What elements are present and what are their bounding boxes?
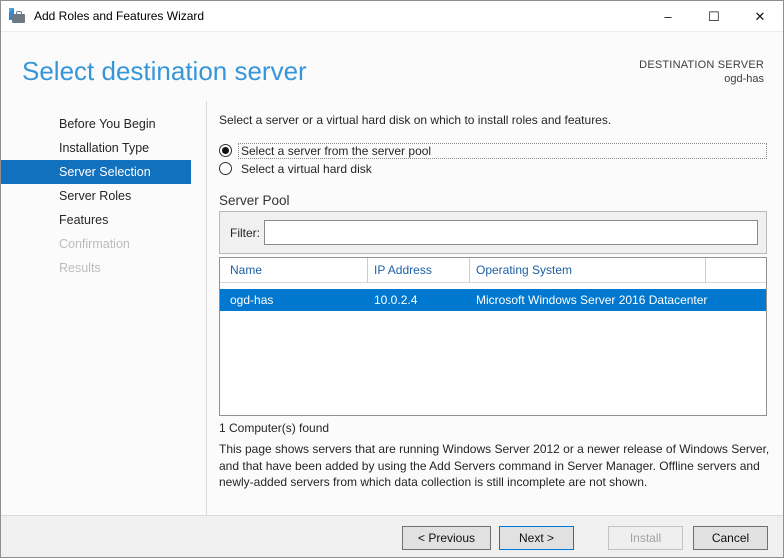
window-title: Add Roles and Features Wizard xyxy=(34,9,205,23)
wizard-steps-sidebar: Before You Begin Installation Type Serve… xyxy=(1,112,206,280)
computers-found-count: 1 Computer(s) found xyxy=(219,421,330,435)
column-header-name[interactable]: Name xyxy=(230,263,262,277)
previous-button[interactable]: < Previous xyxy=(402,526,491,550)
sidebar-separator xyxy=(206,101,207,517)
radio-select-vhd[interactable]: Select a virtual hard disk xyxy=(219,160,375,177)
radio-button-icon[interactable] xyxy=(219,162,232,175)
destination-server-value: ogd-has xyxy=(724,73,764,85)
filter-label: Filter: xyxy=(230,226,260,240)
minimize-icon[interactable]: – xyxy=(645,1,691,32)
page-description: This page shows servers that are running… xyxy=(219,442,770,489)
cancel-button[interactable]: Cancel xyxy=(693,526,768,550)
footer-bar: < Previous Next > Install Cancel xyxy=(1,515,783,557)
close-icon[interactable]: ✕ xyxy=(737,1,783,32)
server-name-cell: ogd-has xyxy=(230,293,274,307)
destination-server-label: DESTINATION SERVER xyxy=(639,59,764,71)
filter-panel: Filter: xyxy=(219,211,767,254)
sidebar-item-server-roles[interactable]: Server Roles xyxy=(1,184,206,208)
sidebar-item-before-you-begin[interactable]: Before You Begin xyxy=(1,112,206,136)
server-pool-title: Server Pool xyxy=(219,193,290,208)
sidebar-item-confirmation: Confirmation xyxy=(59,237,130,251)
server-os-cell: Microsoft Windows Server 2016 Datacenter xyxy=(476,293,708,307)
server-pool-table: Name IP Address Operating System ogd-has… xyxy=(219,257,767,416)
destination-server-block: DESTINATION SERVER ogd-has xyxy=(639,59,764,85)
sidebar-item-features[interactable]: Features xyxy=(1,208,206,232)
column-separator xyxy=(705,258,706,283)
wizard-window: Add Roles and Features Wizard – ☐ ✕ Sele… xyxy=(0,0,784,558)
window-controls: – ☐ ✕ xyxy=(645,1,783,32)
column-separator xyxy=(469,258,470,283)
table-header-row: Name IP Address Operating System xyxy=(220,258,766,283)
column-header-os[interactable]: Operating System xyxy=(476,263,572,277)
radio-label: Select a server from the server pool xyxy=(241,143,432,158)
filter-input[interactable] xyxy=(264,220,758,245)
maximize-icon[interactable]: ☐ xyxy=(691,1,737,32)
column-header-ip[interactable]: IP Address xyxy=(374,263,432,277)
toolbox-icon xyxy=(9,8,26,24)
next-button[interactable]: Next > xyxy=(499,526,574,550)
sidebar-item-results: Results xyxy=(59,261,101,275)
intro-text: Select a server or a virtual hard disk o… xyxy=(219,113,612,127)
install-button: Install xyxy=(608,526,683,550)
radio-button-icon[interactable] xyxy=(219,144,232,157)
title-bar: Add Roles and Features Wizard – ☐ ✕ xyxy=(1,1,783,32)
sidebar-item-server-selection[interactable]: Server Selection xyxy=(1,160,191,184)
radio-label: Select a virtual hard disk xyxy=(241,161,372,176)
sidebar-item-installation-type[interactable]: Installation Type xyxy=(1,136,206,160)
table-row-selected[interactable]: ogd-has 10.0.2.4 Microsoft Windows Serve… xyxy=(220,289,766,311)
radio-select-server-pool[interactable]: Select a server from the server pool xyxy=(219,142,767,159)
server-ip-cell: 10.0.2.4 xyxy=(374,293,418,307)
column-separator xyxy=(367,258,368,283)
page-title: Select destination server xyxy=(22,56,307,86)
